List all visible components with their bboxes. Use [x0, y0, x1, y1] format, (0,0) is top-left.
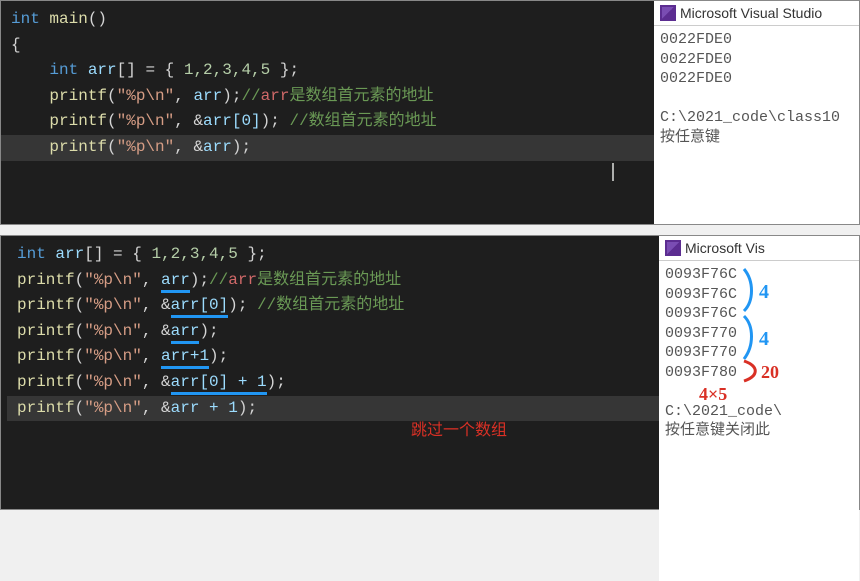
arg-arr-plus1-underlined: arr+1: [161, 347, 209, 369]
console-text: 0093F76C 0093F76C 0093F76C 0093F770 0093…: [659, 261, 859, 581]
code-line: printf("%p\n", arr+1);: [17, 344, 649, 370]
parens: (): [88, 10, 107, 28]
path-line: C:\2021_code\class10: [660, 109, 840, 126]
comment: //数组首元素的地址: [289, 112, 436, 130]
format-string: "%p\n": [84, 271, 142, 289]
fn-printf: printf: [17, 296, 75, 314]
code-line-highlighted: printf("%p\n", &arr);: [1, 135, 654, 161]
fn-printf: printf: [17, 347, 75, 365]
format-string: "%p\n": [84, 399, 142, 417]
fn-printf: printf: [17, 322, 75, 340]
code-line: printf("%p\n", &arr[0]); //数组首元素的地址: [11, 109, 644, 135]
fn-printf: printf: [49, 112, 107, 130]
keyword-int: int: [11, 10, 40, 28]
code-line: printf("%p\n", arr);//arr是数组首元素的地址: [17, 268, 649, 294]
fn-printf: printf: [49, 87, 107, 105]
code-line-highlighted: printf("%p\n", &arr + 1);: [7, 396, 659, 422]
code-line: {: [11, 33, 644, 59]
code-line: printf("%p\n", &arr);: [17, 319, 649, 345]
fn-main: main: [40, 10, 88, 28]
format-string: "%p\n": [84, 322, 142, 340]
addr-line: 0093F780: [665, 364, 737, 381]
console-title-bar: Microsoft Visual Studio: [654, 1, 859, 26]
format-string: "%p\n": [84, 296, 142, 314]
comment: 是数组首元素的地址: [257, 271, 401, 289]
arg-arr-addr-plus1: arr + 1: [171, 399, 238, 417]
arg-arr-addr-underlined: arr: [171, 322, 200, 344]
console-title-bar: Microsoft Vis: [659, 236, 859, 261]
handwriting-diff-4: 4: [759, 326, 769, 352]
console-output-bottom: Microsoft Vis 0093F76C 0093F76C 0093F76C…: [659, 236, 859, 509]
id-arr: arr: [46, 245, 84, 263]
fn-printf: printf: [17, 373, 75, 391]
blank-line: [11, 161, 644, 187]
addr-line: 0093F76C: [665, 266, 737, 283]
visual-studio-icon: [660, 5, 676, 21]
code-line: int arr[] = { 1,2,3,4,5 };: [17, 242, 649, 268]
arg-arr-underlined: arr: [161, 271, 190, 293]
top-panel: int main() { int arr[] = { 1,2,3,4,5 }; …: [0, 0, 860, 225]
code-line: printf("%p\n", &arr[0] + 1);: [17, 370, 649, 396]
format-string: "%p\n": [117, 138, 175, 156]
addr-line: 0022FDE0: [660, 70, 732, 87]
prompt-line: 按任意键: [660, 129, 720, 146]
addr-line: 0093F770: [665, 344, 737, 361]
visual-studio-icon: [665, 240, 681, 256]
fn-printf: printf: [17, 399, 75, 417]
keyword-int: int: [49, 61, 78, 79]
id-arr: arr: [78, 61, 116, 79]
prompt-line: 按任意键关闭此: [665, 422, 770, 439]
code-editor-bottom[interactable]: int arr[] = { 1,2,3,4,5 }; printf("%p\n"…: [1, 236, 659, 509]
keyword-int: int: [17, 245, 46, 263]
console-title: Microsoft Vis: [685, 240, 765, 256]
fn-printf: printf: [17, 271, 75, 289]
array-values: 1,2,3,4,5: [151, 245, 237, 263]
addr-line: 0022FDE0: [660, 31, 732, 48]
comment: //数组首元素的地址: [257, 296, 404, 314]
addr-line: 0093F76C: [665, 305, 737, 322]
bottom-panel: int arr[] = { 1,2,3,4,5 }; printf("%p\n"…: [0, 235, 860, 510]
handwriting-4x5: 4×5: [699, 383, 727, 406]
format-string: "%p\n": [84, 347, 142, 365]
code-line: printf("%p\n", arr);//arr是数组首元素的地址: [11, 84, 644, 110]
text-cursor-icon: [612, 163, 614, 181]
console-text: 0022FDE0 0022FDE0 0022FDE0 C:\2021_code\…: [654, 26, 859, 224]
annotation-skip-array: 跳过一个数组: [411, 418, 507, 444]
format-string: "%p\n": [117, 87, 175, 105]
format-string: "%p\n": [117, 112, 175, 130]
array-values: 1,2,3,4,5: [184, 61, 270, 79]
handwriting-diff-20: 20: [761, 361, 779, 384]
arg-arr: arr: [193, 87, 222, 105]
format-string: "%p\n": [84, 373, 142, 391]
addr-line: 0093F770: [665, 325, 737, 342]
arg-arr-addr: arr: [203, 138, 232, 156]
arg-arr0: arr[0]: [203, 112, 261, 130]
code-line: printf("%p\n", &arr[0]); //数组首元素的地址: [17, 293, 649, 319]
arg-arr0-plus1-underlined: arr[0] + 1: [171, 373, 267, 395]
arg-arr0-underlined: arr[0]: [171, 296, 229, 318]
comment: 是数组首元素的地址: [289, 87, 433, 105]
handwriting-diff-4: 4: [759, 279, 769, 305]
fn-printf: printf: [49, 138, 107, 156]
code-line: int main(): [11, 7, 644, 33]
console-title: Microsoft Visual Studio: [680, 5, 822, 21]
addr-line: 0093F76C: [665, 286, 737, 303]
code-line: int arr[] = { 1,2,3,4,5 };: [11, 58, 644, 84]
console-output-top: Microsoft Visual Studio 0022FDE0 0022FDE…: [654, 1, 859, 224]
addr-line: 0022FDE0: [660, 51, 732, 68]
code-editor-top[interactable]: int main() { int arr[] = { 1,2,3,4,5 }; …: [1, 1, 654, 224]
